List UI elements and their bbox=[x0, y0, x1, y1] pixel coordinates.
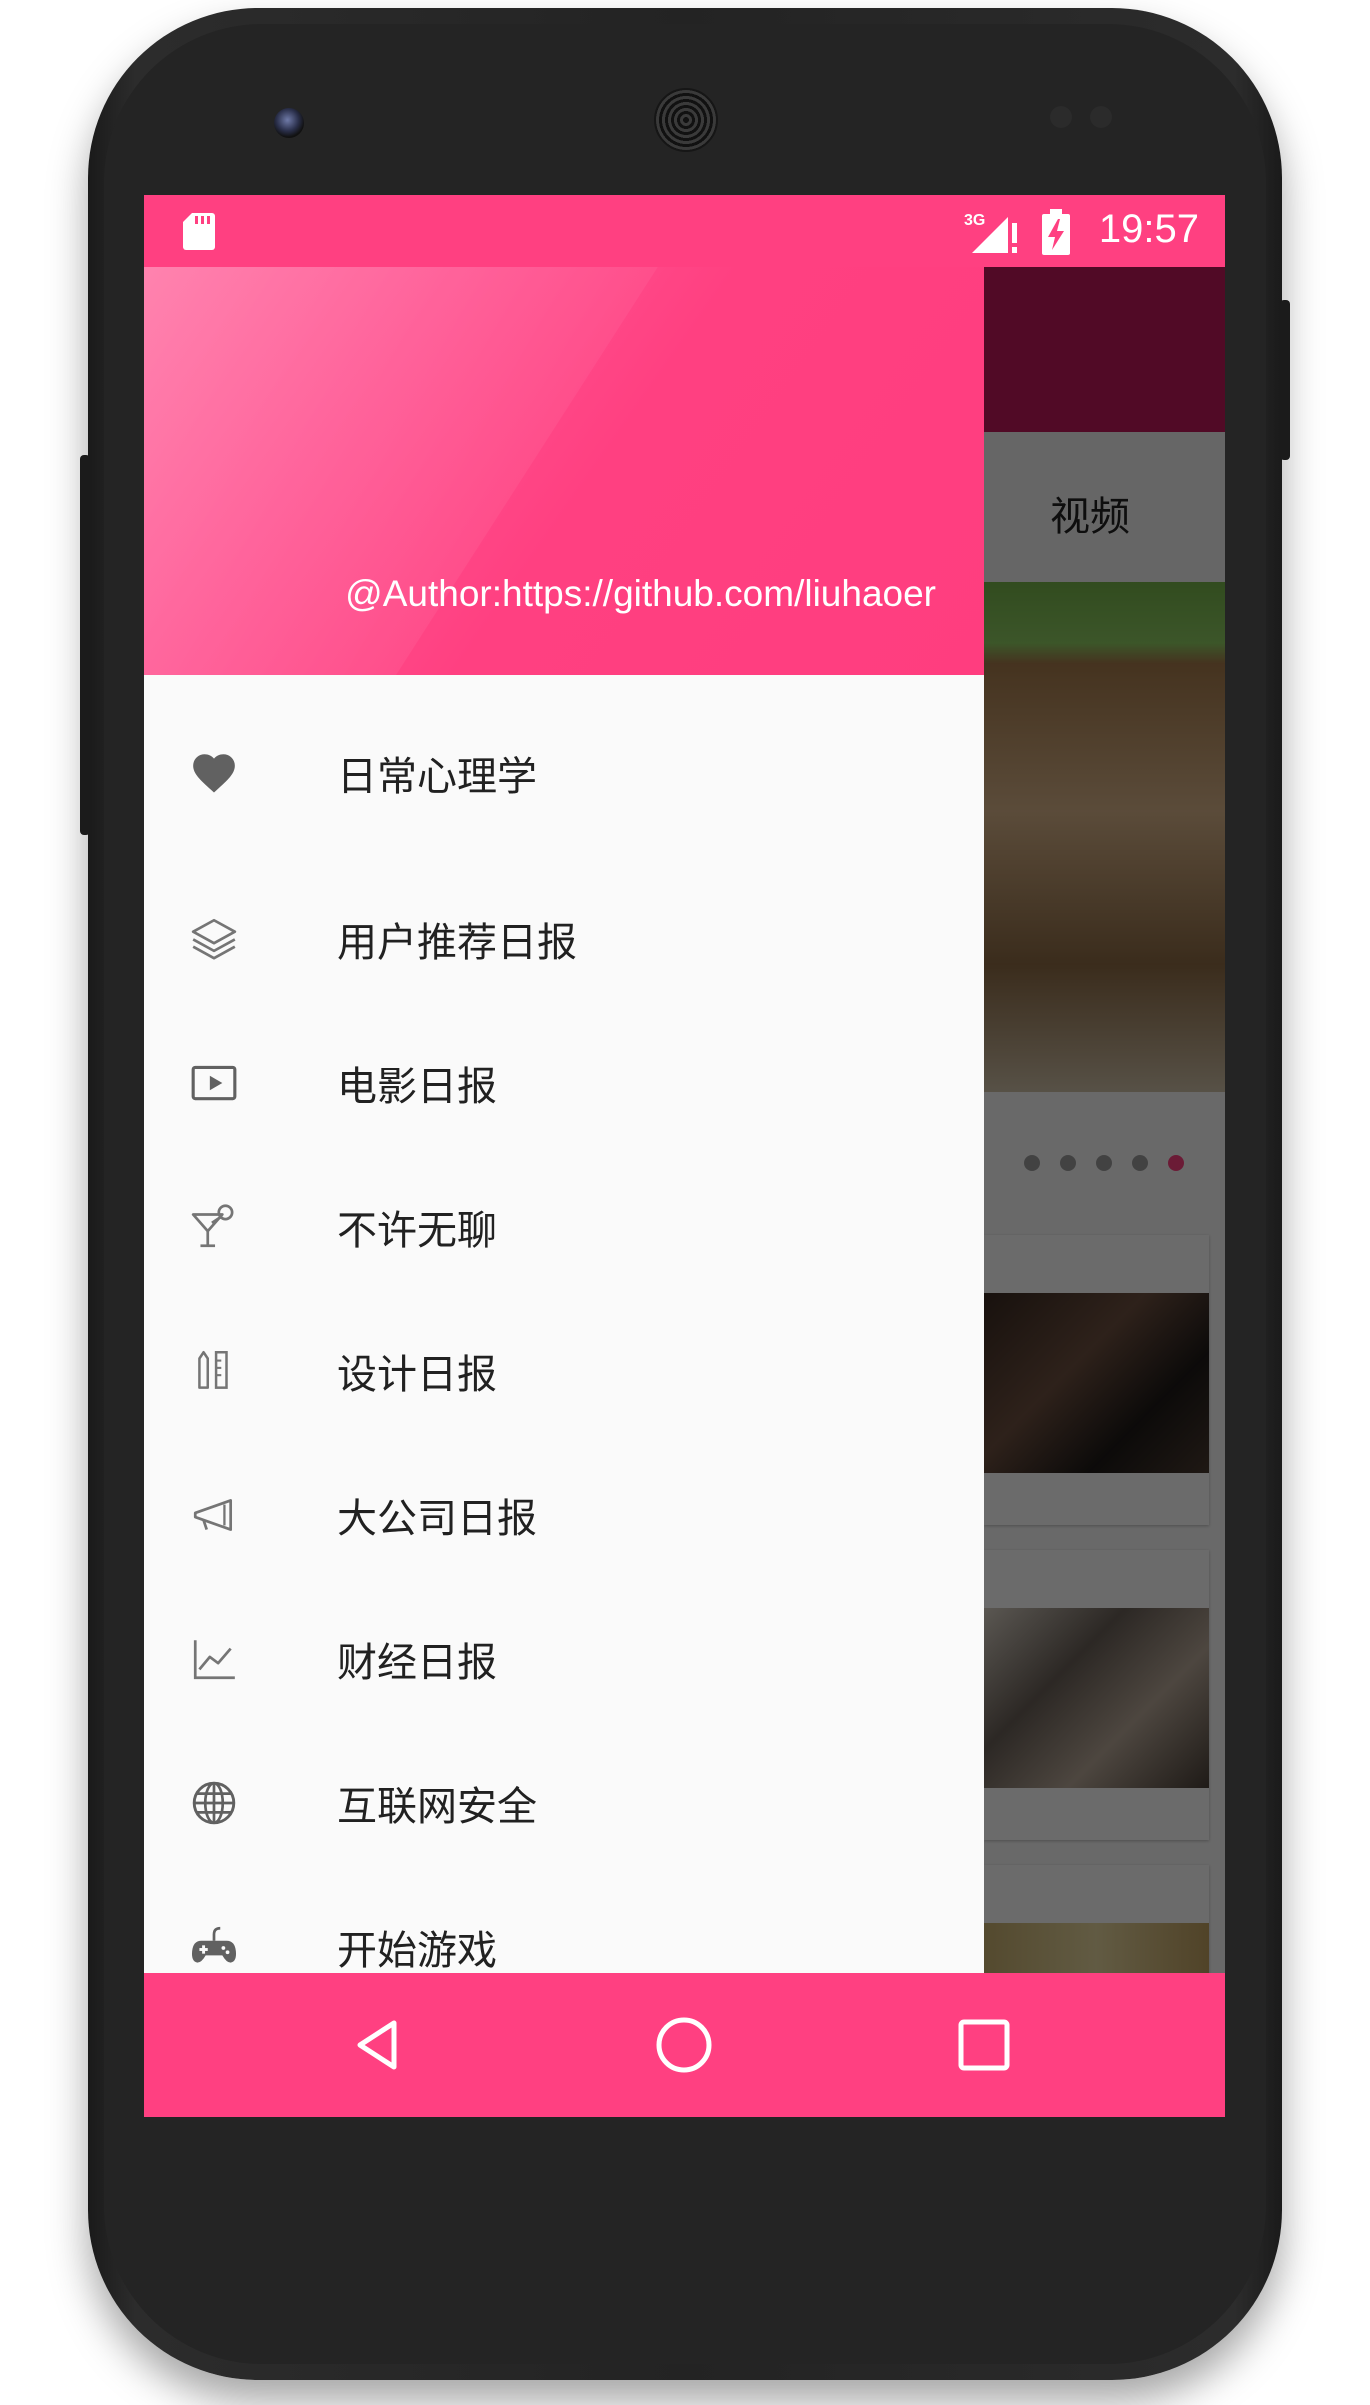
menu-item-label: 开始游戏 bbox=[337, 1928, 497, 1973]
back-icon[interactable] bbox=[344, 2009, 416, 2081]
globe-icon bbox=[192, 1781, 236, 1825]
device-screen: 视频 3G 19:57 bbox=[144, 195, 1225, 2117]
battery-icon bbox=[1042, 209, 1070, 255]
menu-item-label: 电影日报 bbox=[337, 1064, 497, 1110]
menu-item-finance[interactable]: 财经日报 bbox=[144, 1587, 984, 1731]
author-link[interactable]: @Author:https://github.com/liuhaoer bbox=[345, 573, 936, 615]
heart-icon bbox=[193, 754, 235, 793]
recents-icon[interactable] bbox=[948, 2009, 1020, 2081]
drawer-header: @Author:https://github.com/liuhaoer bbox=[144, 195, 984, 675]
navigation-bar bbox=[144, 1973, 1225, 2117]
front-camera bbox=[274, 108, 304, 138]
menu-item-game[interactable]: 开始游戏 bbox=[144, 1875, 984, 1973]
menu-item-security[interactable]: 互联网安全 bbox=[144, 1731, 984, 1875]
menu-item-label: 设计日报 bbox=[337, 1352, 497, 1398]
gamepad-icon bbox=[191, 1926, 237, 1963]
menu-item-psychology[interactable]: 日常心理学 bbox=[144, 675, 984, 867]
proximity-sensor bbox=[1050, 106, 1072, 128]
sd-card-icon bbox=[183, 213, 215, 250]
menu-item-user-recommend[interactable]: 用户推荐日报 bbox=[144, 867, 984, 1011]
layers-icon bbox=[191, 918, 237, 960]
light-sensor bbox=[1090, 106, 1112, 128]
movie-icon bbox=[191, 1065, 237, 1101]
home-icon[interactable] bbox=[648, 2009, 720, 2081]
signal-icon: 3G bbox=[964, 212, 1017, 253]
menu-item-movie[interactable]: 电影日报 bbox=[144, 1011, 984, 1155]
svg-text:3G: 3G bbox=[964, 212, 985, 229]
power-button bbox=[1280, 300, 1290, 460]
status-bar: 3G 19:57 bbox=[144, 195, 1225, 267]
menu-item-design[interactable]: 设计日报 bbox=[144, 1299, 984, 1443]
chart-icon bbox=[193, 1640, 235, 1680]
megaphone-icon bbox=[193, 1499, 233, 1531]
menu-item-label: 财经日报 bbox=[337, 1640, 497, 1686]
menu-item-label: 互联网安全 bbox=[337, 1784, 537, 1830]
menu-item-label: 用户推荐日报 bbox=[337, 920, 577, 966]
menu-item-label: 不许无聊 bbox=[337, 1208, 497, 1254]
volume-button bbox=[80, 455, 90, 835]
navigation-drawer: @Author:https://github.com/liuhaoer 日常心理… bbox=[144, 195, 984, 1973]
earpiece-speaker bbox=[654, 88, 718, 152]
drawer-menu: 日常心理学 用户推荐日报 电影日报 不许无聊 设计日报 大公司日报 财经日报 互… bbox=[144, 675, 984, 1973]
clock: 19:57 bbox=[1098, 207, 1199, 251]
menu-item-label: 日常心理学 bbox=[337, 754, 537, 800]
menu-item-label: 大公司日报 bbox=[337, 1496, 537, 1542]
menu-item-big-company[interactable]: 大公司日报 bbox=[144, 1443, 984, 1587]
design-icon bbox=[198, 1351, 228, 1389]
cocktail-icon bbox=[191, 1204, 234, 1248]
menu-item-no-boredom[interactable]: 不许无聊 bbox=[144, 1155, 984, 1299]
